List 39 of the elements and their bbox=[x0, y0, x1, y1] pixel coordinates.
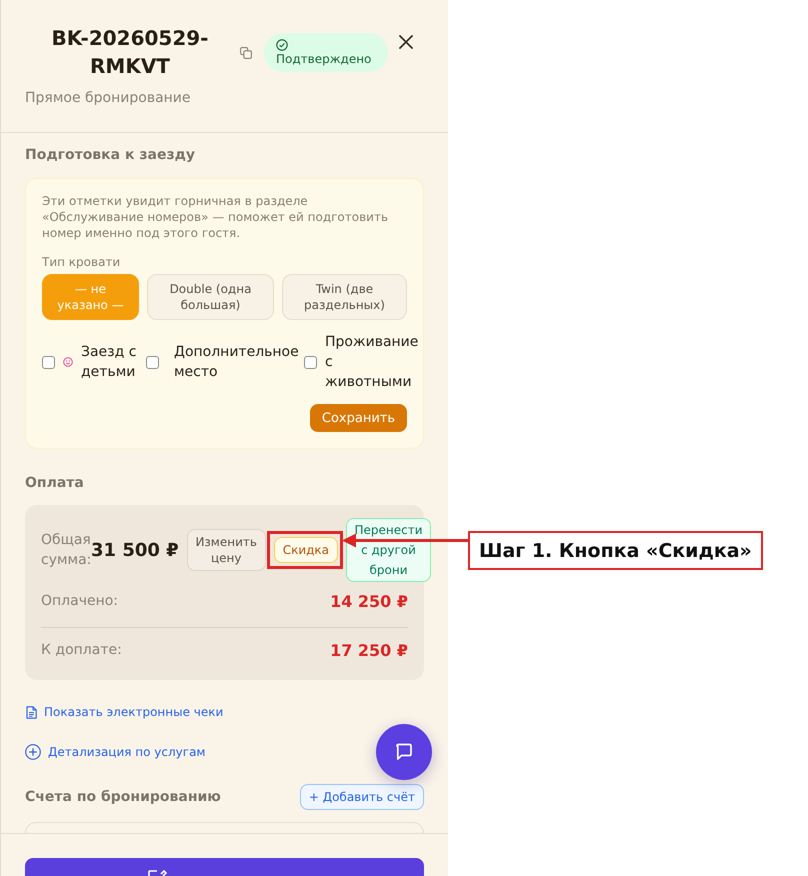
bed-type-option[interactable]: Twin (две раздельных) bbox=[282, 274, 407, 320]
check-circle-icon bbox=[276, 38, 288, 50]
smiley-icon bbox=[63, 357, 73, 367]
save-button[interactable]: Сохранить bbox=[310, 404, 407, 432]
option-label: Дополнительное место bbox=[174, 343, 299, 382]
plus-circle-icon bbox=[25, 744, 41, 760]
option-label: Проживание с животными bbox=[325, 333, 419, 392]
close-icon[interactable] bbox=[399, 35, 414, 49]
booking-source: Прямое бронирование bbox=[25, 89, 192, 108]
chat-icon bbox=[394, 742, 414, 762]
annotation-label: Шаг 1. Кнопка «Скидка» bbox=[468, 531, 763, 570]
field-label: Тип кровати bbox=[42, 254, 122, 270]
summary-amount: 14 250 ₽ bbox=[330, 592, 408, 610]
details-link[interactable]: Детализация по услугам bbox=[48, 744, 206, 760]
transfer-button[interactable]: Перенести с другой брони bbox=[346, 518, 432, 582]
summary-label: Оплачено: bbox=[41, 592, 118, 611]
copy-icon[interactable] bbox=[240, 47, 252, 59]
section-title: Оплата bbox=[25, 474, 85, 493]
section-title: Счета по бронированию bbox=[25, 788, 221, 807]
total-label: Общая сумма: bbox=[41, 531, 91, 570]
status-label: Подтверждено bbox=[276, 52, 372, 66]
section-title: Подготовка к заезду bbox=[25, 146, 196, 165]
booking-title: BK-20260529-RMKVT bbox=[50, 25, 210, 80]
discount-button[interactable]: Скидка bbox=[274, 537, 338, 563]
add-invoice-button[interactable]: + Добавить счёт bbox=[300, 784, 424, 810]
document-icon bbox=[26, 706, 37, 718]
summary-label: К доплате: bbox=[41, 641, 122, 660]
checkbox[interactable] bbox=[146, 356, 159, 368]
total-amount: 31 500 ₽ bbox=[91, 540, 179, 560]
price-button[interactable]: Изменить цену bbox=[186, 529, 266, 571]
note-text: Эти отметки увидит горничная в разделе «Обслуживание номеров» — поможет ей подготовить номер именно под этого гостя. bbox=[42, 193, 390, 241]
bed-type-option[interactable]: Double (одна большая) bbox=[147, 274, 274, 320]
edit-icon bbox=[148, 870, 168, 876]
chat-button[interactable] bbox=[376, 724, 432, 780]
checkbox[interactable] bbox=[304, 356, 317, 368]
checkbox[interactable] bbox=[42, 356, 55, 368]
option-label: Заезд с детьми bbox=[81, 343, 138, 382]
summary-amount: 17 250 ₽ bbox=[330, 640, 408, 660]
receipts-link[interactable]: Показать электронные чеки bbox=[44, 704, 224, 720]
